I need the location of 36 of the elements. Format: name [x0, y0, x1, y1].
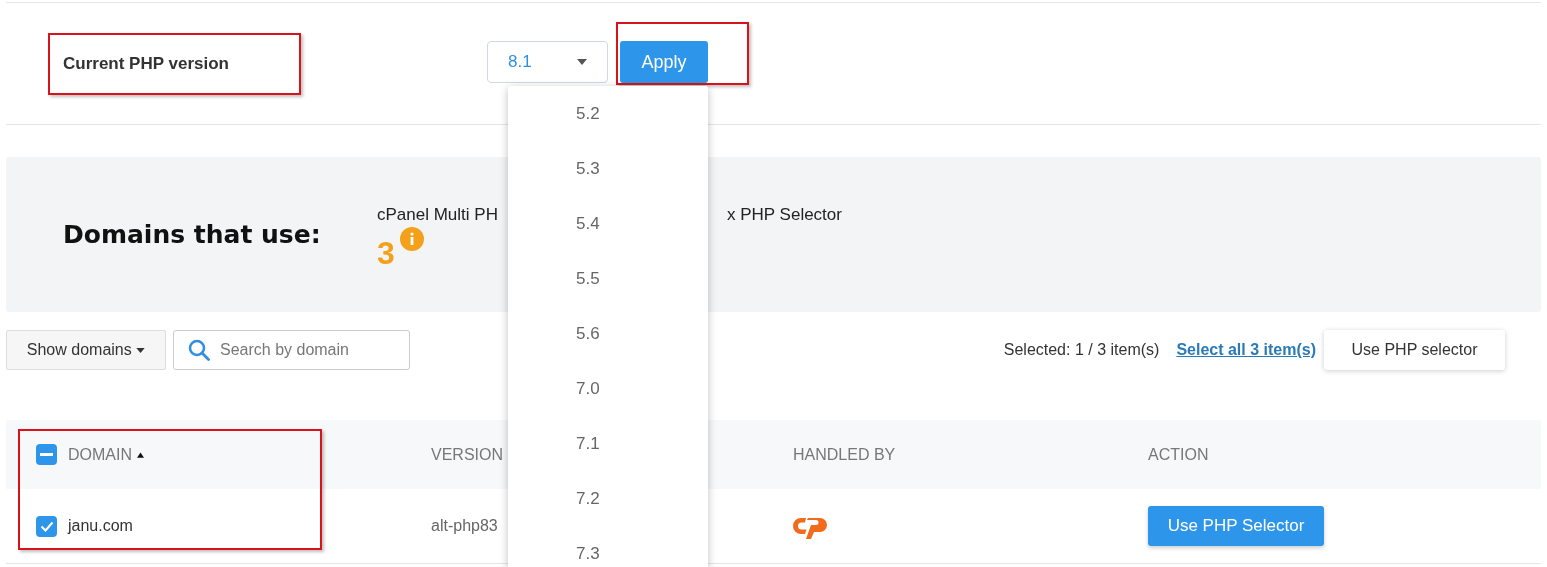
- column-header: HANDLED BY: [793, 445, 896, 463]
- table-cell: alt-php83: [431, 517, 498, 534]
- checkbox[interactable]: [36, 444, 57, 465]
- column-header: VERSION: [431, 445, 503, 463]
- dropdown-option[interactable]: 5.2: [508, 86, 708, 141]
- dropdown-option[interactable]: 7.0: [508, 361, 708, 416]
- dropdown-option[interactable]: 7.1: [508, 416, 708, 471]
- use-php-selector-button[interactable]: Use PHP Selector: [1148, 506, 1324, 546]
- dropdown-option[interactable]: 7.2: [508, 471, 708, 526]
- checkmark-icon: [39, 520, 54, 532]
- dropdown-option[interactable]: 5.5: [508, 251, 708, 306]
- apply-button[interactable]: Apply: [620, 41, 708, 83]
- caret-icon: [136, 348, 146, 354]
- version-select[interactable]: 8.1: [487, 41, 608, 83]
- dropdown-option[interactable]: 7.3: [508, 526, 708, 567]
- search-icon: [188, 339, 210, 361]
- checkbox[interactable]: [36, 515, 57, 537]
- filter-dropdown-button[interactable]: Show domains: [6, 330, 166, 370]
- domain-count: 3: [377, 236, 395, 269]
- handler-label: x PHP Selector: [727, 204, 842, 226]
- use-php-selector-button[interactable]: Use PHP selector: [1324, 330, 1505, 370]
- dropdown-option[interactable]: 5.6: [508, 306, 708, 361]
- caret-icon: [577, 59, 587, 65]
- selection-count: Selected: 1 / 3 item(s): [1003, 340, 1160, 360]
- minus-icon: [40, 453, 53, 456]
- select-all-link[interactable]: Select all 3 item(s): [1176, 338, 1316, 362]
- table-cell-text: janu.com: [68, 516, 133, 536]
- dropdown-option[interactable]: 5.3: [508, 141, 708, 196]
- info-icon[interactable]: [399, 226, 424, 251]
- dropdown-option[interactable]: 5.4: [508, 196, 708, 251]
- column-header: ACTION: [1148, 445, 1209, 463]
- search-field[interactable]: Search by domain: [173, 330, 410, 370]
- field-label: Current PHP version: [63, 53, 229, 76]
- summary-title: Domains that use:: [63, 218, 322, 251]
- column-header[interactable]: DOMAIN: [68, 442, 132, 467]
- handler-label: cPanel Multi PH: [377, 204, 498, 226]
